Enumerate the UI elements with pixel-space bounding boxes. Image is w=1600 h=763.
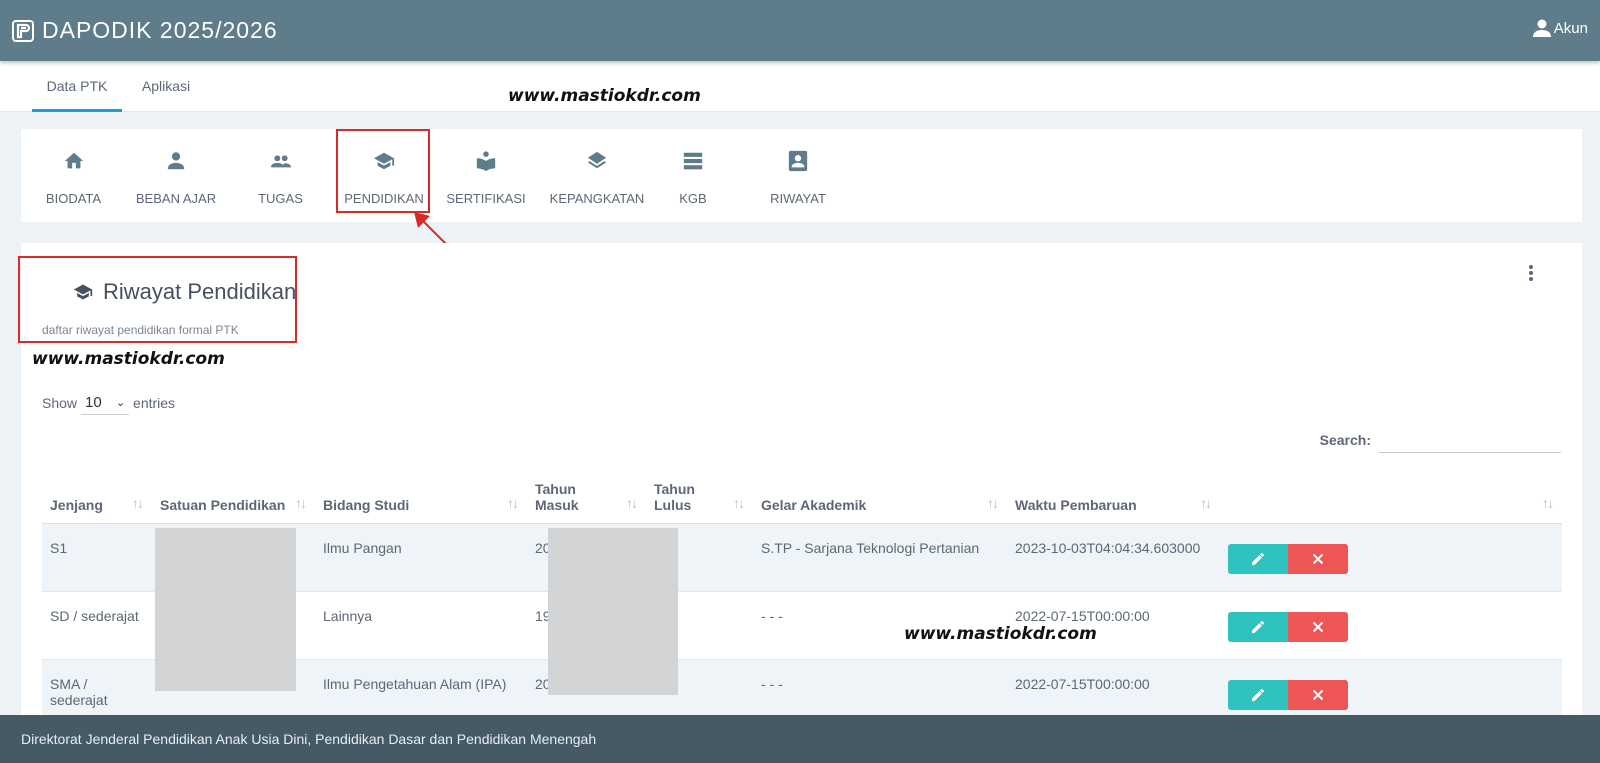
- sort-icon: ↑↓: [987, 494, 999, 511]
- sort-icon: ↑↓: [295, 494, 307, 511]
- redaction-block: [155, 528, 296, 691]
- book-reader-icon: [476, 151, 496, 172]
- layers-icon: [587, 151, 607, 169]
- nav-tugas[interactable]: TUGAS: [243, 129, 318, 222]
- delete-button[interactable]: [1288, 543, 1348, 574]
- entries-label: entries: [133, 395, 176, 411]
- edit-button[interactable]: [1228, 611, 1288, 642]
- nav-riwayat-label: RIWAYAT: [770, 191, 826, 206]
- user-icon: [1532, 19, 1551, 37]
- col-actions[interactable]: ↑↓: [1220, 468, 1562, 524]
- footer-text: Direktorat Jenderal Pendidikan Anak Usia…: [21, 731, 597, 747]
- tab-aplikasi[interactable]: Aplikasi: [131, 61, 201, 112]
- app-title: DAPODIK 2025/2026: [42, 17, 278, 43]
- tab-data-ptk[interactable]: Data PTK: [32, 61, 122, 112]
- sort-icon: ↑↓: [1542, 494, 1554, 511]
- title-highlight-box: [18, 256, 297, 343]
- entries-value: 10: [85, 394, 102, 411]
- table-header-row: Jenjang ↑↓ Satuan Pendidikan ↑↓ Bidang Stu…: [42, 468, 1562, 524]
- sort-icon: ↑↓: [1200, 494, 1212, 511]
- contact-card-icon: [788, 150, 808, 172]
- ptk-section-nav: BIODATA BEBAN AJAR TUGAS PENDIDIKAN SERT…: [21, 129, 1582, 222]
- col-satuan-pendidikan[interactable]: Satuan Pendidikan ↑↓: [152, 468, 315, 524]
- sort-icon: ↑↓: [132, 494, 144, 511]
- cell-waktu: 2023-10-03T04:04:34.603000: [1007, 523, 1220, 592]
- col-bidang-studi[interactable]: Bidang Studi ↑↓: [315, 468, 527, 524]
- show-label: Show: [42, 395, 78, 411]
- sort-icon: ↑↓: [507, 494, 519, 511]
- brand[interactable]: DAPODIK 2025/2026: [12, 17, 278, 44]
- search-box: Search:: [1320, 427, 1561, 453]
- pencil-icon: [1252, 688, 1265, 701]
- delete-button[interactable]: [1288, 611, 1348, 642]
- nav-kgb-label: KGB: [679, 191, 707, 206]
- close-icon: [1312, 621, 1324, 632]
- cell-jenjang: S1: [42, 523, 152, 592]
- watermark-text: www.mastiokdr.com: [904, 624, 1097, 644]
- cell-bidang: Lainnya: [315, 591, 527, 660]
- col-waktu-pembaruan[interactable]: Waktu Pembaruan ↑↓: [1007, 468, 1220, 524]
- account-label: Akun: [1553, 19, 1588, 37]
- list-icon: [683, 152, 703, 170]
- top-bar: DAPODIK 2025/2026 Akun: [0, 0, 1600, 61]
- nav-biodata[interactable]: BIODATA: [36, 129, 111, 222]
- nav-beban-ajar[interactable]: BEBAN AJAR: [135, 129, 217, 222]
- nav-beban-ajar-label: BEBAN AJAR: [135, 191, 217, 206]
- cell-gelar: S.TP - Sarjana Teknologi Pertanian: [753, 523, 1007, 592]
- search-label: Search:: [1319, 432, 1371, 448]
- main-tabs: Data PTK Aplikasi: [0, 61, 1600, 112]
- nav-kepangkatan-label: KEPANGKATAN: [549, 191, 645, 206]
- delete-button[interactable]: [1288, 679, 1348, 710]
- show-entries: Show 10 ⌄ entries: [42, 391, 175, 415]
- watermark-text: www.mastiokdr.com: [508, 86, 701, 106]
- nav-kgb[interactable]: KGB: [658, 129, 728, 222]
- nav-tugas-label: TUGAS: [258, 191, 303, 206]
- edit-button[interactable]: [1228, 679, 1288, 710]
- people-icon: [270, 155, 291, 168]
- close-icon: [1312, 689, 1324, 700]
- col-jenjang[interactable]: Jenjang ↑↓: [42, 468, 152, 524]
- pencil-icon: [1252, 552, 1265, 565]
- nav-riwayat[interactable]: RIWAYAT: [758, 129, 838, 222]
- nav-kepangkatan[interactable]: KEPANGKATAN: [547, 129, 647, 222]
- entries-select[interactable]: 10 ⌄: [81, 391, 130, 415]
- col-gelar-akademik[interactable]: Gelar Akademik ↑↓: [753, 468, 1007, 524]
- sort-icon: ↑↓: [626, 494, 638, 511]
- home-icon: [64, 152, 83, 169]
- nav-biodata-label: BIODATA: [45, 191, 102, 206]
- cell-actions: [1220, 591, 1562, 660]
- col-tahun-masuk[interactable]: Tahun Masuk ↑↓: [527, 468, 646, 524]
- cell-jenjang: SD / sederajat: [42, 591, 152, 660]
- cell-bidang: Ilmu Pangan: [315, 523, 527, 592]
- person-icon: [167, 152, 185, 170]
- pencil-icon: [1252, 620, 1265, 633]
- dapodik-logo-icon: [12, 19, 34, 42]
- search-input[interactable]: [1379, 427, 1561, 453]
- footer: Direktorat Jenderal Pendidikan Anak Usia…: [0, 715, 1600, 763]
- redaction-block: [548, 528, 678, 695]
- cell-actions: [1220, 523, 1562, 592]
- account-menu[interactable]: Akun: [1532, 18, 1588, 38]
- col-tahun-lulus[interactable]: Tahun Lulus ↑↓: [646, 468, 753, 524]
- close-icon: [1312, 553, 1324, 564]
- edit-button[interactable]: [1228, 543, 1288, 574]
- chevron-down-icon: ⌄: [115, 397, 126, 409]
- watermark-text: www.mastiokdr.com: [32, 349, 225, 369]
- more-options-icon[interactable]: [1528, 265, 1534, 283]
- sort-icon: ↑↓: [733, 494, 745, 511]
